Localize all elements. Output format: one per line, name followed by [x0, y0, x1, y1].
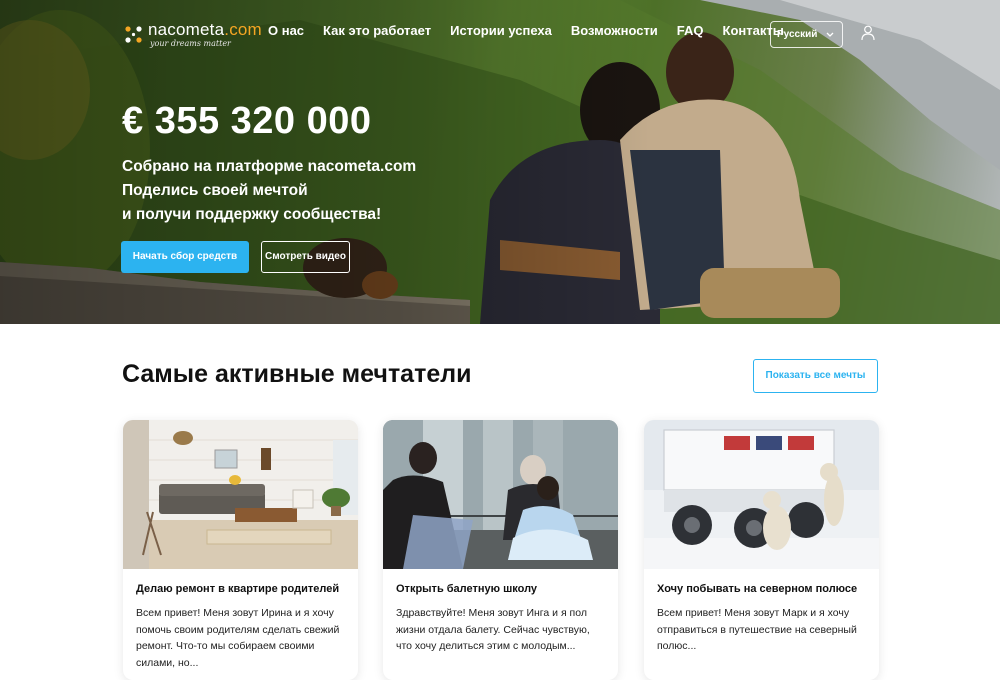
- dream-card[interactable]: Хочу побывать на северном полюсе Всем пр…: [644, 420, 879, 680]
- main-menu: О нас Как это работает Истории успеха Во…: [268, 23, 803, 38]
- user-icon[interactable]: [861, 25, 875, 41]
- section-title: Самые активные мечтатели: [122, 360, 472, 388]
- logo-domain: .com: [224, 20, 262, 39]
- hero-line: Собрано на платформе nacometa.com: [122, 158, 417, 175]
- logo-wordmark: nacometa.com: [148, 20, 262, 40]
- nav-link-opportunities[interactable]: Возможности: [571, 23, 658, 38]
- dream-card[interactable]: Делаю ремонт в квартире родителей Всем п…: [123, 420, 358, 680]
- brand-logo[interactable]: nacometa.com your dreams matter: [123, 20, 262, 50]
- card-image-ballet: [383, 420, 618, 569]
- logo-tagline: your dreams matter: [150, 39, 231, 48]
- watch-video-button[interactable]: Смотреть видео: [261, 241, 350, 273]
- card-excerpt: Всем привет! Меня зовут Ирина и я хочу п…: [136, 607, 340, 669]
- nav-link-faq[interactable]: FAQ: [677, 23, 704, 38]
- logo-name: nacometa: [148, 20, 225, 39]
- card-title: Делаю ремонт в квартире родителей: [136, 583, 340, 595]
- hero-headline: Собрано на платформе nacometa.com Подели…: [122, 155, 416, 227]
- chevron-down-icon: [826, 22, 834, 57]
- dream-card[interactable]: Открыть балетную школу Здравствуйте! Мен…: [383, 420, 618, 680]
- language-value: Русский: [777, 29, 818, 40]
- nav-link-how-it-works[interactable]: Как это работает: [323, 23, 431, 38]
- hero-line: Поделись своей мечтой: [122, 182, 308, 199]
- card-image-living-room: [123, 420, 358, 569]
- card-excerpt: Всем привет! Меня зовут Марк и я хочу от…: [657, 607, 857, 652]
- card-title: Хочу побывать на северном полюсе: [657, 583, 858, 595]
- hero-banner: nacometa.com your dreams matter О нас Ка…: [0, 0, 1000, 324]
- card-image-north-pole: [644, 420, 879, 569]
- card-title: Открыть балетную школу: [396, 583, 538, 595]
- show-all-dreams-button[interactable]: Показать все мечты: [753, 359, 878, 393]
- card-excerpt: Здравствуйте! Меня зовут Инга и я пол жи…: [396, 607, 590, 652]
- hero-line: и получи поддержку сообщества!: [122, 206, 382, 223]
- raised-amount: € 355 320 000: [122, 100, 372, 142]
- nav-link-success-stories[interactable]: Истории успеха: [450, 23, 552, 38]
- logo-icon: [125, 26, 142, 43]
- top-navigation: nacometa.com your dreams matter О нас Ка…: [0, 0, 1000, 62]
- nav-link-about[interactable]: О нас: [268, 23, 304, 38]
- start-fundraising-button[interactable]: Начать сбор средств: [121, 241, 249, 273]
- language-select[interactable]: Русский: [770, 21, 843, 48]
